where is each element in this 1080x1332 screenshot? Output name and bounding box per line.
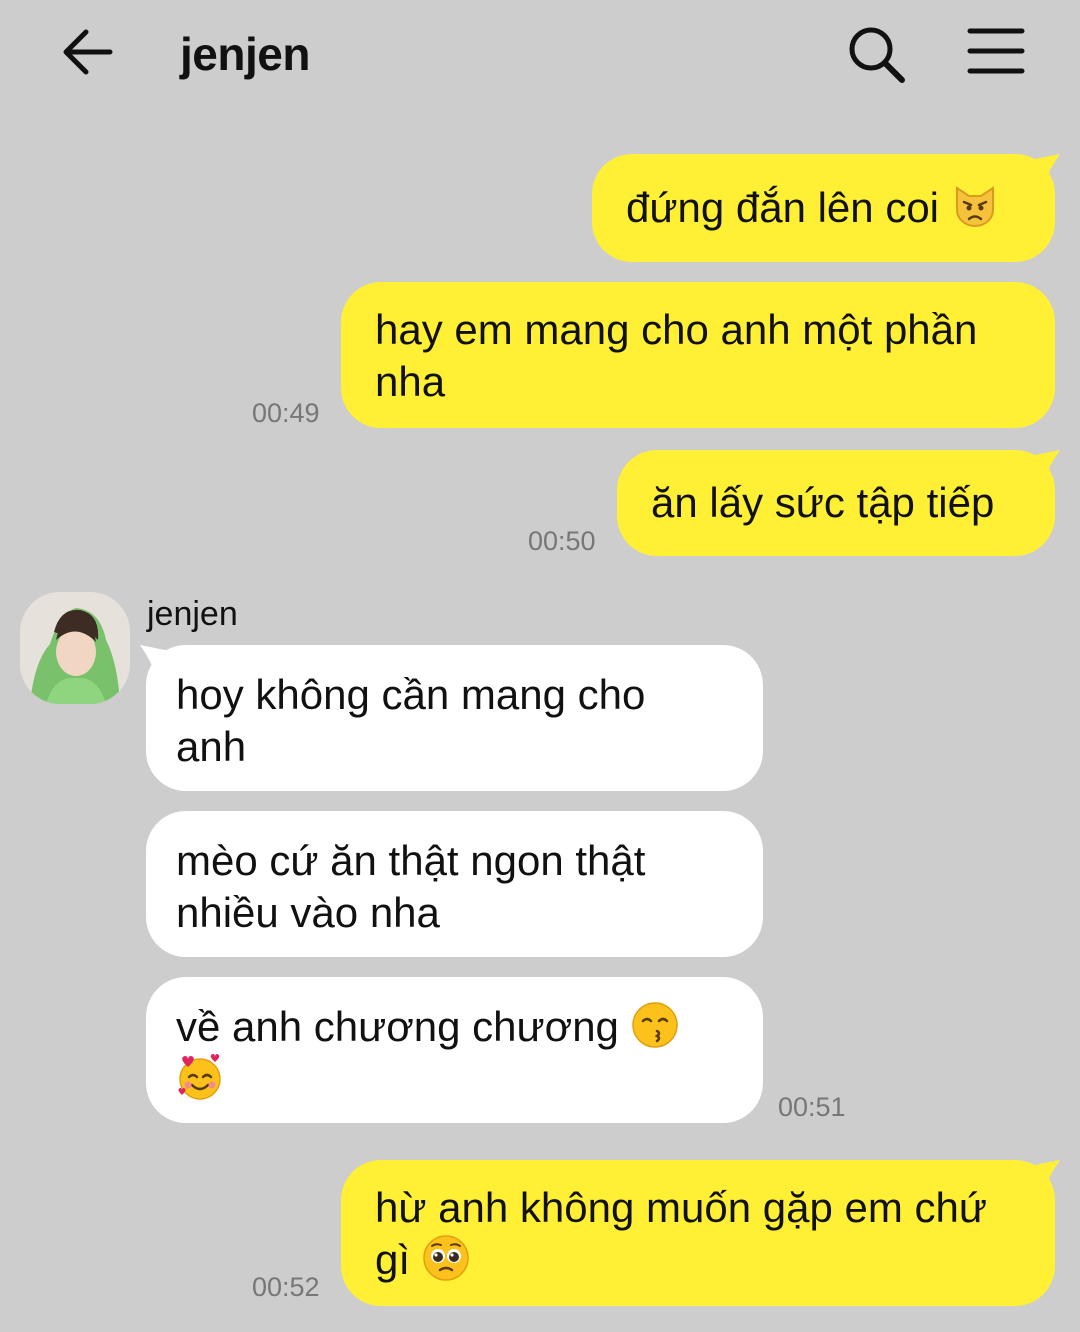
message-text-line: anh	[176, 723, 247, 770]
bubble-tail	[1030, 450, 1060, 480]
message-text-line: nha	[375, 358, 446, 405]
incoming-message[interactable]: mèo cứ ăn thật ngon thật nhiều vào nha	[146, 811, 763, 957]
bubble-tail	[140, 645, 170, 675]
message-text-line: hoy không cần mang cho	[176, 671, 646, 718]
chat-header: jenjen	[0, 0, 1080, 110]
bubble-tail	[1030, 154, 1060, 184]
message-text-line: hừ anh không muốn gặp em chứ	[375, 1184, 987, 1231]
avatar-photo	[20, 592, 130, 704]
bubble-tail	[1030, 1160, 1060, 1190]
incoming-message[interactable]: hoy không cần mang cho anh	[146, 645, 763, 791]
message-text-line: nhiều vào nha	[176, 889, 440, 936]
message-text-line: mèo cứ ăn thật ngon thật	[176, 837, 646, 884]
search-button[interactable]	[846, 24, 906, 84]
outgoing-message[interactable]: hừ anh không muốn gặp em chứ gì	[341, 1160, 1055, 1306]
message-timestamp: 00:52	[252, 1272, 320, 1302]
contact-avatar[interactable]	[20, 592, 130, 704]
sender-name: jenjen	[147, 595, 238, 633]
chat-title: jenjen	[180, 28, 310, 80]
kissing-face-icon	[631, 1002, 678, 1048]
pouting-cat-face-icon	[955, 186, 994, 227]
outgoing-message[interactable]: hay em mang cho anh một phần nha	[341, 282, 1055, 428]
back-button[interactable]	[58, 24, 118, 80]
incoming-message[interactable]: về anh chương chương	[146, 977, 763, 1123]
message-text: về anh chương chương	[176, 1003, 619, 1050]
message-timestamp: 00:50	[528, 526, 596, 556]
message-text-line: gì	[375, 1236, 411, 1283]
arrow-left-icon	[63, 29, 113, 75]
outgoing-message[interactable]: ăn lấy sức tập tiếp	[617, 450, 1055, 556]
smiling-face-with-hearts-icon	[178, 1054, 221, 1100]
message-text: ăn lấy sức tập tiếp	[651, 479, 995, 526]
message-timestamp: 00:51	[778, 1092, 846, 1122]
hamburger-menu-icon	[967, 28, 1025, 74]
outgoing-message[interactable]: đứng đắn lên coi	[592, 154, 1055, 262]
message-text: đứng đắn lên coi	[626, 184, 940, 231]
pleading-face-icon	[422, 1235, 469, 1281]
search-icon	[849, 27, 905, 83]
message-timestamp: 00:49	[252, 398, 320, 428]
menu-button[interactable]	[966, 26, 1026, 80]
message-text-line: hay em mang cho anh một phần	[375, 306, 978, 353]
